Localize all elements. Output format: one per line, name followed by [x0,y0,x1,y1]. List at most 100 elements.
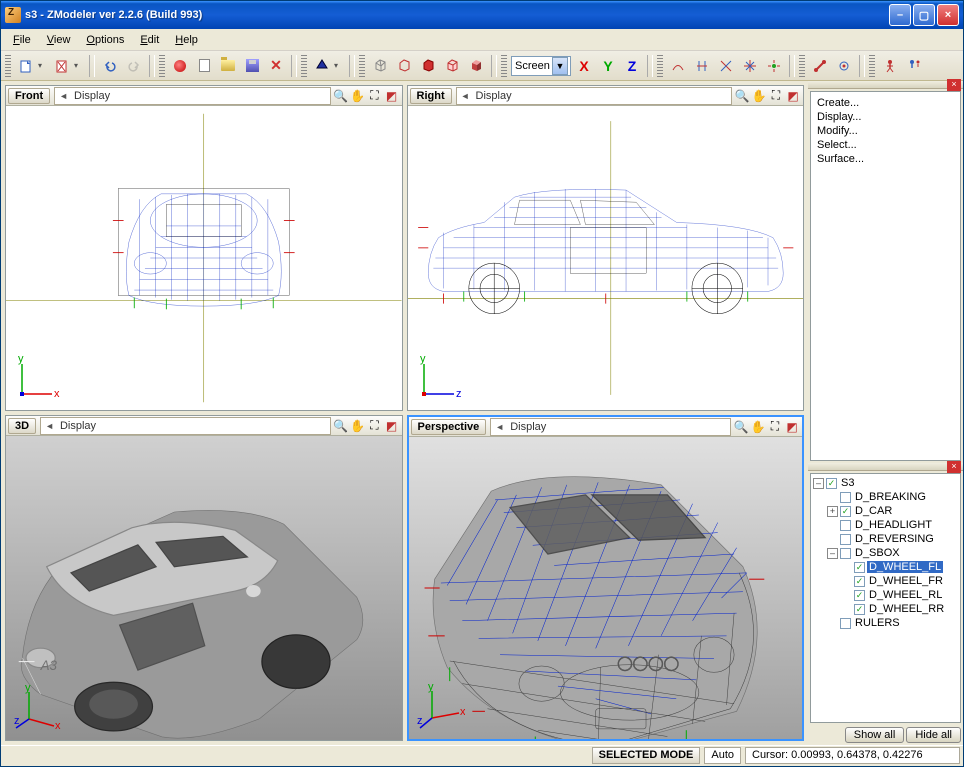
tree-checkbox[interactable]: ✓ [854,576,865,587]
status-mode[interactable]: SELECTED MODE [592,747,701,764]
menu-file[interactable]: File [5,32,39,48]
tool-new[interactable] [15,55,37,77]
tool-open[interactable] [217,55,239,77]
fit-icon[interactable]: ⛶ [367,418,383,434]
tree-rulers[interactable]: RULERS [853,617,902,629]
tool-record[interactable] [169,55,191,77]
axis-z-button[interactable]: Z [621,55,643,77]
zoom-icon[interactable]: 🔍 [333,88,349,104]
tool-explode[interactable] [763,55,785,77]
tool-save[interactable] [241,55,263,77]
tree-checkbox[interactable] [840,492,851,503]
menu-help[interactable]: Help [167,32,206,48]
pan-icon[interactable]: ✋ [350,418,366,434]
pan-icon[interactable]: ✋ [350,88,366,104]
nav-prev-icon[interactable]: ◄ [43,421,56,431]
tool-undo[interactable] [99,55,121,77]
tree-checkbox[interactable]: ✓ [854,604,865,615]
titlebar[interactable]: s3 - ZModeler ver 2.2.6 (Build 993) – ▢ … [1,1,963,29]
viewport-right-label[interactable]: Right [410,88,452,104]
pan-icon[interactable]: ✋ [751,88,767,104]
panel-close-icon[interactable]: × [947,79,961,91]
pan-icon[interactable]: ✋ [750,419,766,435]
viewport-right-canvas[interactable]: zy [408,106,804,410]
viewport-3d[interactable]: 3D ◄Display 🔍 ✋ ⛶ ◩ [5,415,403,741]
viewport-3d-canvas[interactable]: A3 xyz [6,436,402,740]
tool-split[interactable] [691,55,713,77]
tool-cross[interactable] [715,55,737,77]
menu-options[interactable]: Options [78,32,132,48]
zoom-icon[interactable]: 🔍 [733,419,749,435]
tree-d-wheel-rl[interactable]: D_WHEEL_RL [867,589,944,601]
tree-d-wheel-rr[interactable]: D_WHEEL_RR [867,603,946,615]
tool-star[interactable] [739,55,761,77]
menu-view[interactable]: View [39,32,79,48]
cube-edge-icon[interactable] [441,55,463,77]
tree-panel-head[interactable]: × [808,463,963,471]
cube-wire-icon[interactable] [369,55,391,77]
cube-face-icon[interactable] [417,55,439,77]
toolbar-grip[interactable] [5,55,11,77]
tree-checkbox[interactable]: ✓ [826,478,837,489]
tool-redo[interactable] [123,55,145,77]
settings-icon[interactable]: ◩ [384,88,400,104]
tree-checkbox[interactable] [840,534,851,545]
tool-remove[interactable]: ✕ [265,55,287,77]
tool-delete[interactable] [51,55,73,77]
tool-page[interactable] [193,55,215,77]
status-auto[interactable]: Auto [704,747,741,764]
view-combo[interactable]: Screen [511,56,571,76]
fit-icon[interactable]: ⛶ [768,88,784,104]
cmd-surface[interactable]: Surface... [815,152,956,166]
nav-prev-icon[interactable]: ◄ [57,91,70,101]
tool-bone-1[interactable] [809,55,831,77]
tree-checkbox[interactable]: ✓ [840,506,851,517]
viewport-front-label[interactable]: Front [8,88,50,104]
tool-curve-1[interactable] [667,55,689,77]
panel-close-icon[interactable]: × [947,461,961,473]
tool-bone-2[interactable] [833,55,855,77]
show-all-button[interactable]: Show all [845,727,905,743]
settings-icon[interactable]: ◩ [384,418,400,434]
commands-panel-head[interactable]: × [808,81,963,89]
figure-assign-icon[interactable] [903,55,925,77]
tree-checkbox[interactable]: ✓ [854,562,865,573]
axis-x-button[interactable]: X [573,55,595,77]
cube-select-icon[interactable] [393,55,415,77]
viewport-perspective[interactable]: Perspective ◄Display 🔍 ✋ ⛶ ◩ [407,415,805,741]
nav-prev-icon[interactable]: ◄ [493,422,506,432]
tree-checkbox[interactable] [840,618,851,629]
maximize-button[interactable]: ▢ [913,4,935,26]
scene-tree[interactable]: –✓S3 D_BREAKING +✓D_CAR D_HEADLIGHT D_RE… [810,473,961,723]
cmd-select[interactable]: Select... [815,138,956,152]
settings-icon[interactable]: ◩ [785,88,801,104]
viewport-right[interactable]: Right ◄Display 🔍 ✋ ⛶ ◩ [407,85,805,411]
zoom-icon[interactable]: 🔍 [734,88,750,104]
tree-d-car[interactable]: D_CAR [853,505,894,517]
close-button[interactable]: × [937,4,959,26]
nav-prev-icon[interactable]: ◄ [459,91,472,101]
tree-d-sbox[interactable]: D_SBOX [853,547,902,559]
viewport-perspective-label[interactable]: Perspective [411,419,487,435]
tree-checkbox[interactable] [840,548,851,559]
tree-d-wheel-fl[interactable]: D_WHEEL_FL [867,561,943,573]
cube-solid-icon[interactable] [465,55,487,77]
cmd-create[interactable]: Create... [815,96,956,110]
viewport-perspective-canvas[interactable]: ◯◯◯◯ xyz [409,437,803,739]
tree-s3[interactable]: S3 [839,477,856,489]
tree-checkbox[interactable] [840,520,851,531]
fit-icon[interactable]: ⛶ [767,419,783,435]
cmd-modify[interactable]: Modify... [815,124,956,138]
axis-y-button[interactable]: Y [597,55,619,77]
tree-checkbox[interactable]: ✓ [854,590,865,601]
menu-edit[interactable]: Edit [132,32,167,48]
viewport-3d-label[interactable]: 3D [8,418,36,434]
tree-toggle[interactable]: – [827,548,838,559]
tool-material[interactable] [311,55,333,77]
tree-d-breaking[interactable]: D_BREAKING [853,491,928,503]
minimize-button[interactable]: – [889,4,911,26]
cmd-display[interactable]: Display... [815,110,956,124]
viewport-front[interactable]: Front ◄Display 🔍 ✋ ⛶ ◩ [5,85,403,411]
settings-icon[interactable]: ◩ [784,419,800,435]
viewport-front-canvas[interactable]: xy [6,106,402,410]
